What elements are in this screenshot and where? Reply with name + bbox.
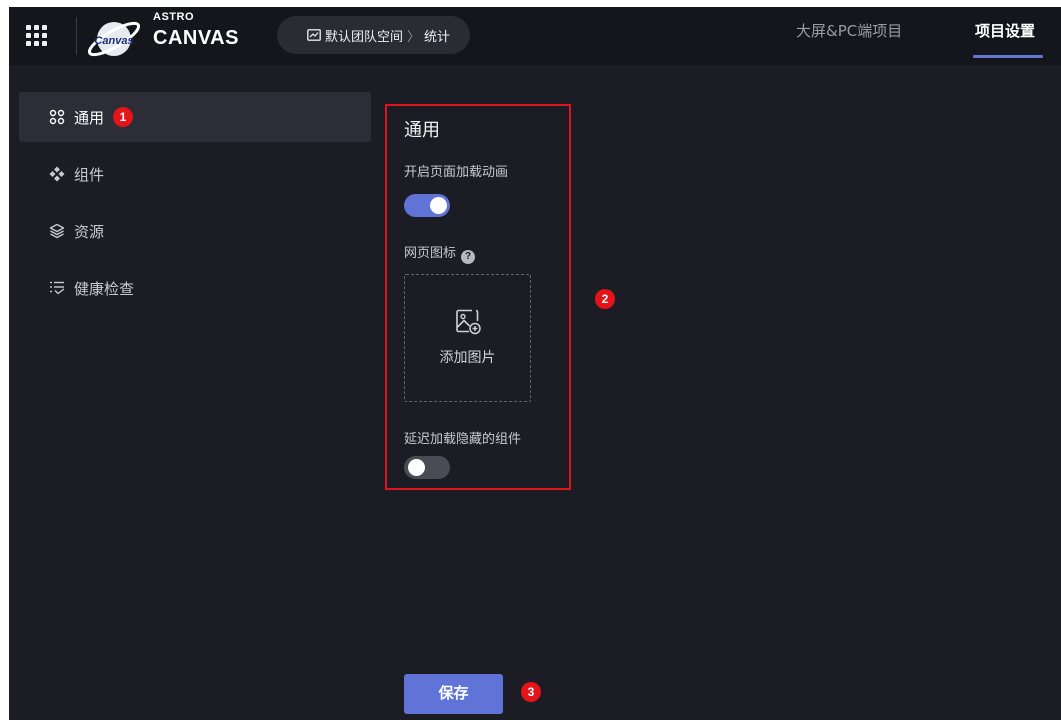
sidebar-item-general[interactable]: 通用 1 xyxy=(19,92,371,142)
checklist-icon xyxy=(50,281,65,295)
save-button[interactable]: 保存 xyxy=(404,674,503,714)
planet-logo-icon: Canvas xyxy=(87,21,141,57)
favicon-label-row: 网页图标? xyxy=(404,242,476,264)
tab-project-settings[interactable]: 项目设置 xyxy=(975,20,1035,65)
add-image-icon xyxy=(456,309,481,335)
sidebar-item-label: 组件 xyxy=(74,165,105,184)
logo-main-text: CANVAS xyxy=(153,27,239,49)
components-icon xyxy=(49,166,65,182)
annotation-badge-2: 2 xyxy=(595,289,615,309)
lazy-load-label: 延迟加载隐藏的组件 xyxy=(404,432,522,447)
active-tab-indicator xyxy=(973,55,1043,58)
sidebar-item-label: 健康检查 xyxy=(74,279,135,298)
grid-icon xyxy=(49,109,65,125)
toggle-knob xyxy=(430,197,447,214)
sidebar-item-label: 资源 xyxy=(74,222,105,241)
sidebar-item-components[interactable]: 组件 xyxy=(19,149,371,199)
breadcrumb[interactable]: 默认团队空间 〉 统计 xyxy=(277,16,471,54)
apps-grid-icon[interactable] xyxy=(24,23,48,47)
favicon-upload[interactable]: 添加图片 xyxy=(404,274,531,402)
layers-icon xyxy=(49,223,65,239)
astro-canvas-logo[interactable]: Canvas ASTRO CANVAS xyxy=(86,9,239,63)
app-frame: Canvas ASTRO CANVAS 默认团队空间 〉 统计 大屏&PC端项目… xyxy=(9,7,1061,720)
page-animation-label: 开启页面加载动画 xyxy=(404,165,509,180)
sidebar-item-health-check[interactable]: 健康检查 xyxy=(19,263,371,313)
upload-label: 添加图片 xyxy=(439,350,496,366)
logo-badge-text: Canvas xyxy=(94,35,133,47)
top-bar: Canvas ASTRO CANVAS 默认团队空间 〉 统计 大屏&PC端项目… xyxy=(9,7,1061,65)
settings-sidebar: 通用 1 组件 资源 健康检查 xyxy=(19,92,371,320)
page-animation-toggle[interactable] xyxy=(404,194,450,217)
toggle-knob xyxy=(408,459,425,476)
chart-icon xyxy=(307,29,321,41)
favicon-label: 网页图标 xyxy=(404,246,457,261)
breadcrumb-separator: 〉 xyxy=(407,29,421,45)
sidebar-item-label: 通用 xyxy=(74,108,105,127)
logo-top-text: ASTRO xyxy=(153,11,194,23)
breadcrumb-current: 统计 xyxy=(424,29,451,45)
breadcrumb-workspace[interactable]: 默认团队空间 xyxy=(325,26,403,45)
lazy-load-toggle[interactable] xyxy=(404,456,450,479)
section-title: 通用 xyxy=(404,120,440,141)
annotation-badge-3: 3 xyxy=(521,682,541,702)
general-settings-panel: 通用 开启页面加载动画 网页图标? 添加图片 延迟加载隐藏的组件 xyxy=(385,104,571,490)
sidebar-item-resources[interactable]: 资源 xyxy=(19,206,371,256)
tab-projects[interactable]: 大屏&PC端项目 xyxy=(796,20,902,65)
divider xyxy=(76,17,77,55)
annotation-badge-1: 1 xyxy=(113,107,134,127)
help-icon[interactable]: ? xyxy=(461,249,476,264)
